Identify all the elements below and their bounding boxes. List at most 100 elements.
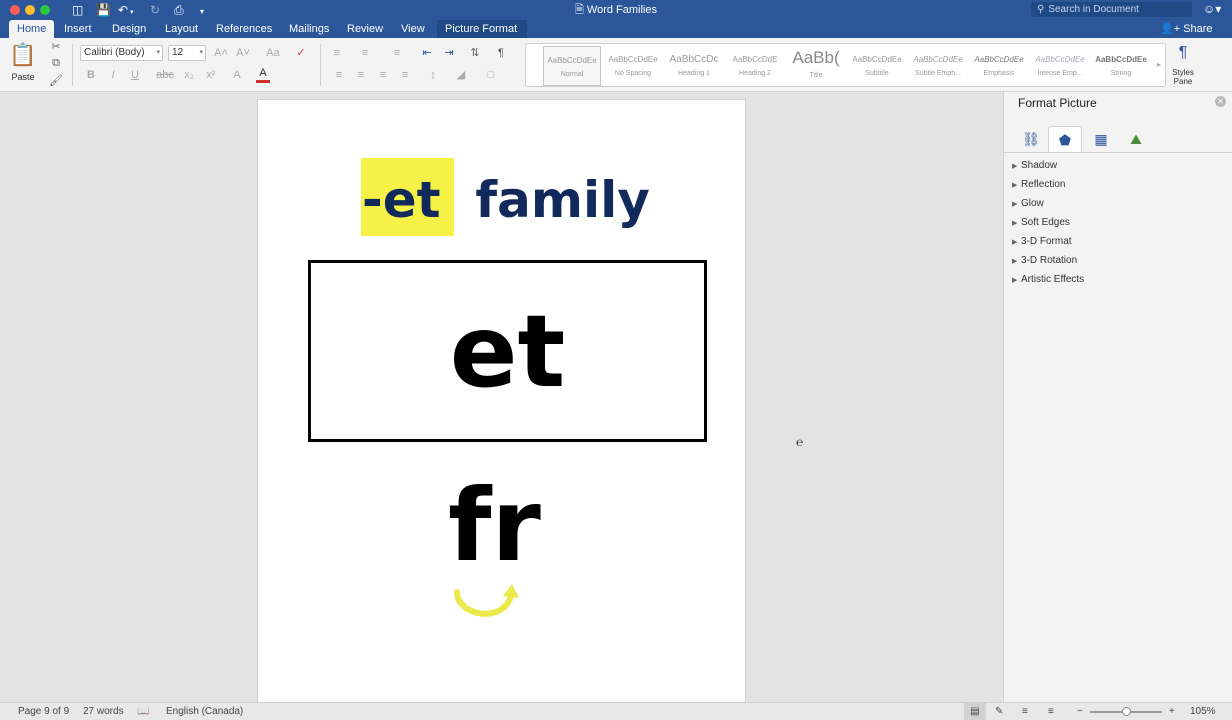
tab-mailings[interactable]: Mailings — [281, 20, 337, 38]
save-icon[interactable]: 💾 — [96, 3, 111, 17]
style-emphasis[interactable]: AaBbCcDdEe Emphasis — [970, 46, 1028, 86]
gallery-scroll-icon[interactable]: ▸ — [1154, 56, 1164, 74]
styles-pane-label: Styles — [1172, 68, 1194, 77]
undo-icon[interactable]: ↶ — [118, 3, 128, 17]
tab-design[interactable]: Design — [104, 20, 154, 38]
superscript-icon[interactable]: x² — [202, 66, 220, 84]
zoom-out-icon[interactable]: − — [1077, 703, 1083, 720]
section-artistic-effects[interactable]: ▶ Artistic Effects — [1012, 270, 1084, 289]
share-button[interactable]: 👤+ Share — [1160, 22, 1213, 35]
zoom-level[interactable]: 105% — [1190, 703, 1216, 720]
outline-view-icon[interactable]: ≡ — [1022, 703, 1028, 720]
curved-arrow-image[interactable] — [451, 582, 521, 624]
underline-icon[interactable]: U — [126, 66, 144, 84]
numbering-icon[interactable]: ≡ — [356, 44, 374, 62]
proofing-icon[interactable]: 📖 — [137, 703, 149, 720]
print-icon[interactable]: ⎙ — [174, 3, 184, 17]
tab-insert[interactable]: Insert — [56, 20, 100, 38]
section-shadow[interactable]: ▶ Shadow — [1012, 156, 1057, 175]
decrease-indent-icon[interactable]: ⇤ — [418, 44, 436, 62]
page-count[interactable]: Page 9 of 9 — [18, 703, 69, 720]
clear-formatting-icon[interactable]: ✓ — [292, 44, 310, 62]
align-right-icon[interactable]: ≡ — [374, 66, 392, 84]
styles-pane-icon[interactable]: ¶ — [1170, 42, 1196, 64]
style-strong[interactable]: AaBbCcDdEe Strong — [1092, 46, 1150, 86]
multilevel-list-icon[interactable]: ≡ — [388, 44, 406, 62]
tab-view[interactable]: View — [393, 20, 433, 38]
change-case-icon[interactable]: Aa — [262, 44, 284, 62]
document-page[interactable]: -et family et fr — [257, 99, 746, 709]
justify-icon[interactable]: ≡ — [396, 66, 414, 84]
italic-icon[interactable]: I — [104, 66, 122, 84]
language-status[interactable]: English (Canada) — [166, 703, 243, 720]
paste-label[interactable]: Paste — [5, 68, 41, 86]
word-box-text[interactable]: et — [311, 297, 704, 407]
fill-line-tab-icon[interactable]: ⛓ — [1014, 126, 1048, 152]
sidebar-toggle-icon[interactable]: ◫ — [72, 3, 83, 17]
grow-font-icon[interactable]: A˄ — [212, 44, 230, 62]
minimize-window-button[interactable] — [25, 5, 35, 15]
section-3d-format[interactable]: ▶ 3-D Format — [1012, 232, 1072, 251]
bold-icon[interactable]: B — [82, 66, 100, 84]
onset-text[interactable]: fr — [448, 472, 541, 580]
document-canvas[interactable]: -et family et fr ℮ — [0, 92, 1003, 709]
layout-properties-tab-icon[interactable]: ▦ — [1084, 126, 1118, 152]
tab-picture-format[interactable]: Picture Format — [437, 20, 527, 38]
section-reflection[interactable]: ▶ Reflection — [1012, 175, 1065, 194]
format-painter-icon[interactable]: 🖌 — [49, 72, 63, 90]
picture-tab-icon[interactable]: ⛰ — [1119, 126, 1153, 152]
web-layout-icon[interactable]: ✎ — [995, 703, 1003, 720]
close-window-button[interactable] — [10, 5, 20, 15]
family-heading[interactable]: -et family — [362, 160, 650, 240]
section-3d-rotation[interactable]: ▶ 3-D Rotation — [1012, 251, 1077, 270]
close-icon[interactable]: ✕ — [1215, 96, 1226, 107]
tab-layout[interactable]: Layout — [157, 20, 206, 38]
customize-toolbar-icon[interactable]: ▾ — [200, 5, 204, 19]
tab-review[interactable]: Review — [339, 20, 391, 38]
tab-references[interactable]: References — [208, 20, 280, 38]
style-title[interactable]: AaBb(Title — [787, 46, 845, 86]
shading-icon[interactable]: ◢ — [452, 66, 470, 84]
bullets-icon[interactable]: ≡ — [328, 44, 346, 62]
search-input[interactable]: ⚲ Search in Document — [1031, 2, 1192, 17]
paste-icon[interactable]: 📋 — [9, 40, 37, 70]
user-account-icon[interactable]: ☺▾ — [1203, 2, 1221, 16]
styles-pane-button[interactable]: Styles Pane — [1164, 68, 1202, 86]
style-heading-1[interactable]: AaBbCcDc Heading 1 — [665, 46, 723, 86]
show-formatting-icon[interactable]: ¶ — [492, 44, 510, 62]
style-sample: AaBb( — [792, 48, 840, 67]
font-color-icon[interactable]: A — [256, 66, 270, 83]
strikethrough-icon[interactable]: abc — [156, 66, 174, 84]
borders-icon[interactable]: □ — [482, 66, 500, 84]
increase-indent-icon[interactable]: ⇥ — [440, 44, 458, 62]
align-center-icon[interactable]: ≡ — [352, 66, 370, 84]
zoom-in-icon[interactable]: + — [1169, 703, 1175, 720]
undo-dropdown-icon[interactable]: ▾ — [130, 6, 134, 20]
shrink-font-icon[interactable]: A˅ — [234, 44, 252, 62]
line-spacing-icon[interactable]: ↕ — [424, 66, 442, 84]
draft-view-icon[interactable]: ≡ — [1048, 703, 1054, 720]
subscript-icon[interactable]: x₂ — [180, 66, 198, 84]
style-no-spacing[interactable]: AaBbCcDdEe No Spacing — [604, 46, 662, 86]
style-normal[interactable]: AaBbCcDdEe Normal — [543, 46, 601, 86]
style-subtle-emphasis[interactable]: AaBbCcDdEe Subtle Emph... — [909, 46, 967, 86]
sort-icon[interactable]: ⇅ — [466, 44, 484, 62]
style-intense-emphasis[interactable]: AaBbCcDdEe Intense Emp... — [1031, 46, 1089, 86]
word-count[interactable]: 27 words — [83, 703, 124, 720]
style-subtitle[interactable]: AaBbCcDdEe Subtitle — [848, 46, 906, 86]
copy-icon[interactable]: ⧉ — [49, 54, 63, 72]
font-size-select[interactable]: 12 ▾ — [168, 45, 206, 61]
section-glow[interactable]: ▶ Glow — [1012, 194, 1044, 213]
zoom-slider-thumb[interactable] — [1122, 707, 1131, 716]
print-layout-icon[interactable]: ▤ — [964, 703, 986, 720]
word-box[interactable]: et — [308, 260, 707, 442]
redo-icon[interactable]: ↻ — [150, 3, 160, 17]
section-soft-edges[interactable]: ▶ Soft Edges — [1012, 213, 1070, 232]
align-left-icon[interactable]: ≡ — [330, 66, 348, 84]
text-effects-icon[interactable]: A — [228, 66, 246, 84]
font-name-select[interactable]: Calibri (Body) ▾ — [80, 45, 163, 61]
style-heading-2[interactable]: AaBbCcDdE Heading 2 — [726, 46, 784, 86]
zoom-window-button[interactable] — [40, 5, 50, 15]
tab-home[interactable]: Home — [9, 20, 55, 38]
effects-tab-icon[interactable]: ⬟ — [1048, 126, 1082, 152]
